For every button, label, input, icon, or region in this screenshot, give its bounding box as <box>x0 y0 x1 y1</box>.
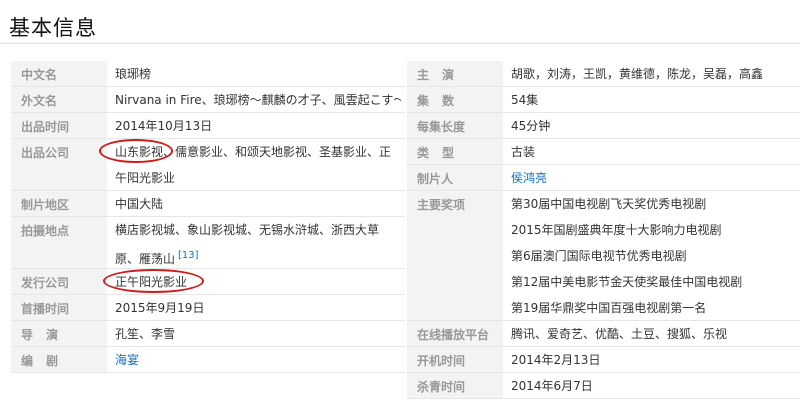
info-row-episode-length: 每集长度 45分钟 <box>407 113 800 139</box>
info-label: 制片人 <box>407 165 503 190</box>
left-info-column: 中文名 琅琊榜 外文名 Nirvana in Fire、琅琊榜～麒麟の才子、風雲… <box>11 61 405 373</box>
info-label: 杀青时间 <box>407 373 503 398</box>
award-item: 第6届澳门国际电视节优秀电视剧 <box>511 249 687 263</box>
info-row-foreign-name: 外文名 Nirvana in Fire、琅琊榜～麒麟の才子、風雲起こす～ <box>11 87 405 113</box>
producer-link[interactable]: 侯鸿亮 <box>511 165 796 191</box>
info-row-production-company: 出品公司 山东影视、儒意影业、和颂天地影视、圣基影业、正 午阳光影业 <box>11 139 405 191</box>
info-row-awards: 主要奖项 第30届中国电视剧飞天奖优秀电视剧 2015年国剧盛典年度十大影响力电… <box>407 191 800 321</box>
award-item: 2015年国剧盛典年度十大影响力电视剧 <box>511 223 722 237</box>
info-row-distributor: 发行公司 正午阳光影业 <box>11 269 405 295</box>
info-label: 主演 <box>407 61 503 86</box>
info-row-screenwriter: 编剧 海宴 <box>11 347 405 373</box>
info-value: 2014年10月13日 <box>115 119 213 133</box>
info-label: 出品公司 <box>11 139 107 190</box>
info-value: 胡歌，刘涛，王凯，黄维德，陈龙，吴磊，高鑫 <box>511 67 764 81</box>
info-value: 原、雁荡山 <box>115 252 176 266</box>
info-row-streaming: 在线播放平台 腾讯、爱奇艺、优酷、土豆、搜狐、乐视 <box>407 321 800 347</box>
info-row-chinese-name: 中文名 琅琊榜 <box>11 61 405 87</box>
info-label: 外文名 <box>11 87 107 112</box>
info-label: 首播时间 <box>11 295 107 320</box>
info-label: 类型 <box>407 139 503 164</box>
info-row-producer: 制片人 侯鸿亮 <box>407 165 800 191</box>
info-label: 发行公司 <box>11 269 107 294</box>
info-row-region: 制片地区 中国大陆 <box>11 191 405 217</box>
info-label: 集数 <box>407 87 503 112</box>
info-value: 古装 <box>511 145 536 159</box>
info-value: 山东影视、儒意影业、和颂天地影视、圣基影业、正 <box>115 145 392 159</box>
info-row-genre: 类型 古装 <box>407 139 800 165</box>
info-row-episodes: 集数 54集 <box>407 87 800 113</box>
info-value: 正午阳光影业 <box>115 275 188 289</box>
info-row-release-date: 出品时间 2014年10月13日 <box>11 113 405 139</box>
info-label: 制片地区 <box>11 191 107 216</box>
info-value: Nirvana in Fire、琅琊榜～麒麟の才子、風雲起こす～ <box>115 93 401 107</box>
info-label: 编剧 <box>11 347 107 372</box>
info-row-filming-end: 杀青时间 2014年6月7日 <box>407 373 800 399</box>
screenwriter-link[interactable]: 海宴 <box>115 347 401 373</box>
info-value: 45分钟 <box>511 119 551 133</box>
info-value: 午阳光影业 <box>115 171 176 185</box>
info-row-filming-start: 开机时间 2014年2月13日 <box>407 347 800 373</box>
info-row-director: 导演 孔笙、李雪 <box>11 321 405 347</box>
info-value: 2014年6月7日 <box>511 379 593 393</box>
reference-link[interactable]: [13] <box>178 250 199 261</box>
info-label: 导演 <box>11 321 107 346</box>
info-value: 2015年9月19日 <box>115 301 205 315</box>
info-label: 拍摄地点 <box>11 217 107 268</box>
info-label: 出品时间 <box>11 113 107 138</box>
info-value: 孔笙、李雪 <box>115 327 176 341</box>
info-label: 主要奖项 <box>407 191 503 320</box>
right-info-column: 主演 胡歌，刘涛，王凯，黄维德，陈龙，吴磊，高鑫 集数 54集 每集长度 45分… <box>407 61 800 399</box>
info-value: 横店影视城、象山影视城、无锡水浒城、浙西大草 <box>115 223 380 237</box>
info-row-filming-location: 拍摄地点 横店影视城、象山影视城、无锡水浒城、浙西大草 原、雁荡山 [13] <box>11 217 405 269</box>
award-item: 第12届中美电影节金天使奖最佳中国电视剧 <box>511 275 743 289</box>
info-value: 腾讯、爱奇艺、优酷、土豆、搜狐、乐视 <box>511 327 728 341</box>
info-value: 琅琊榜 <box>115 67 152 81</box>
info-label: 中文名 <box>11 61 107 86</box>
info-row-cast: 主演 胡歌，刘涛，王凯，黄维德，陈龙，吴磊，高鑫 <box>407 61 800 87</box>
title-divider <box>0 43 800 44</box>
info-value: 中国大陆 <box>115 197 164 211</box>
section-title: 基本信息 <box>9 16 97 40</box>
info-label: 开机时间 <box>407 347 503 372</box>
award-item: 第19届华鼎奖中国百强电视剧第一名 <box>511 301 707 315</box>
info-value: 2014年2月13日 <box>511 353 601 367</box>
info-row-premiere: 首播时间 2015年9月19日 <box>11 295 405 321</box>
info-label: 每集长度 <box>407 113 503 138</box>
award-item: 第30届中国电视剧飞天奖优秀电视剧 <box>511 197 707 211</box>
info-label: 在线播放平台 <box>407 321 503 346</box>
info-value: 54集 <box>511 93 539 107</box>
